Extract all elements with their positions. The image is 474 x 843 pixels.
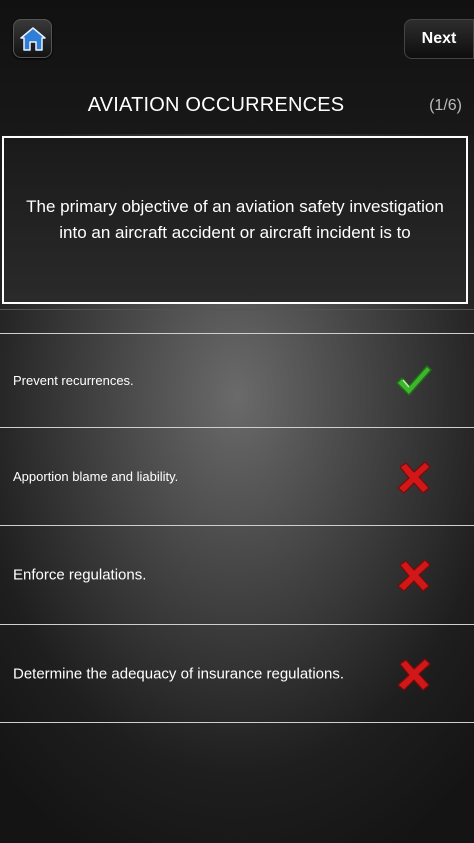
x-mark-icon	[397, 460, 431, 494]
answer-option-4[interactable]: Determine the adequacy of insurance regu…	[0, 625, 474, 722]
checkmark-icon	[396, 364, 432, 396]
answer-label: Apportion blame and liability.	[13, 468, 179, 484]
answer-label: Prevent recurrences.	[13, 372, 134, 388]
home-icon	[19, 26, 46, 51]
answer-option-3[interactable]: Enforce regulations.	[0, 526, 474, 624]
divider	[0, 309, 474, 310]
answer-label: Determine the adequacy of insurance regu…	[13, 665, 345, 682]
x-mark-icon	[397, 657, 431, 691]
x-mark-icon	[397, 559, 431, 592]
home-button[interactable]	[13, 19, 52, 58]
divider	[0, 722, 474, 723]
answer-label: Enforce regulations.	[13, 566, 147, 584]
question-counter: (1/6)	[429, 97, 462, 114]
question-box: The primary objective of an aviation saf…	[2, 136, 468, 304]
answer-option-2[interactable]: Apportion blame and liability.	[0, 428, 474, 525]
question-text: The primary objective of an aviation saf…	[26, 197, 444, 242]
next-button[interactable]: Next	[404, 19, 474, 59]
answer-option-1[interactable]: Prevent recurrences.	[0, 334, 474, 427]
page-title: AVIATION OCCURRENCES	[87, 94, 345, 116]
